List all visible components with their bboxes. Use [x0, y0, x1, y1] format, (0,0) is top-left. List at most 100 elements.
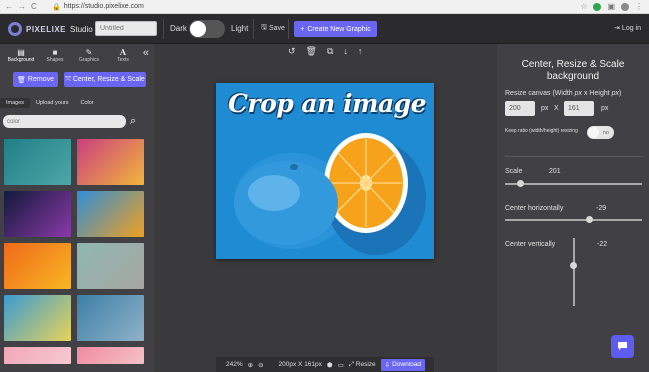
duplicate-icon[interactable]: ⧉ — [327, 46, 333, 57]
url-text[interactable]: https://studio.pixelixe.com — [64, 3, 144, 10]
lock-icon: 🔒 — [52, 3, 61, 11]
slider-knob[interactable] — [570, 262, 577, 269]
resize-canvas-label: Resize canvas (Width px x Height px) — [505, 90, 622, 97]
light-mode-label: Light — [231, 24, 249, 33]
center-horizontally-value: -29 — [596, 205, 607, 212]
canvas-toolbar: ↺ 🗑 ⧉ ↓ ↑ — [288, 46, 362, 57]
dark-mode-label: Dark — [170, 24, 187, 33]
background-thumbnail[interactable] — [4, 139, 71, 185]
background-thumbnail[interactable] — [4, 295, 71, 341]
background-thumbnail[interactable] — [77, 295, 144, 341]
tab-images[interactable]: Images — [0, 98, 31, 108]
resize-button[interactable]: ⤢ Resize — [349, 361, 376, 369]
logo[interactable]: PIXELIXE Studio — [8, 22, 93, 36]
slider-knob[interactable] — [517, 180, 524, 187]
remove-label: Remove — [27, 76, 54, 83]
keep-ratio-label: Keep ratio (width/height) resizing — [505, 128, 578, 134]
download-icon: ⇩ — [384, 361, 391, 369]
plus-icon: + — [300, 25, 305, 33]
address-bar[interactable]: 🔒 https://studio.pixelixe.com — [52, 3, 144, 11]
profile-icon[interactable] — [621, 2, 629, 11]
zoom-out-icon[interactable]: ⊖ — [258, 361, 263, 369]
right-panel: Center, Resize & Scale background Resize… — [497, 44, 649, 372]
background-thumbnail[interactable] — [4, 243, 71, 289]
center-label: Center, Resize & Scale — [72, 76, 145, 83]
save-label: Save — [268, 25, 285, 32]
logo-studio: Studio — [70, 24, 93, 34]
monitor-icon[interactable]: ▭ — [338, 361, 344, 369]
logo-ring-icon — [8, 22, 22, 36]
save-icon: 🖫 — [261, 24, 267, 31]
background-thumbnail[interactable] — [4, 347, 71, 364]
zoom-in-icon[interactable]: ⊕ — [248, 361, 253, 369]
left-sidebar: ▤ Background ■ Shapes ✎ Graphics A Texts… — [0, 44, 154, 372]
image-icon: ▤ — [17, 47, 25, 57]
background-thumbnail[interactable] — [77, 191, 144, 237]
login-button[interactable]: ⇥ Log in — [614, 24, 641, 33]
divider — [163, 19, 164, 39]
undo-icon[interactable]: ↺ — [288, 46, 296, 57]
image-thumbnails — [4, 139, 146, 364]
login-label: Log in — [621, 24, 641, 32]
save-button[interactable]: 🖫 Save — [261, 23, 285, 34]
toggle-knob — [190, 21, 206, 37]
tab-label: Graphics — [78, 56, 99, 63]
scale-label: Scale — [505, 168, 523, 175]
canvas-title-text[interactable]: Crop an image — [228, 89, 427, 118]
search-icon[interactable]: ⌕ — [130, 115, 136, 128]
background-sub-tabs: Images Upload yours Color — [0, 97, 154, 109]
tab-graphics[interactable]: ✎ Graphics — [72, 48, 106, 63]
collapse-sidebar-icon[interactable]: « — [143, 47, 149, 59]
canvas-workspace: ↺ 🗑 ⧉ ↓ ↑ Crop an image 242% ⊕ ⊖ 200px X… — [154, 44, 497, 372]
width-unit: px — [541, 105, 549, 112]
cube-icon[interactable]: ⬢ — [327, 361, 333, 369]
trash-icon: 🗑 — [17, 76, 26, 84]
width-input[interactable]: 200 — [505, 101, 535, 116]
keep-ratio-toggle[interactable]: no — [587, 126, 614, 139]
center-resize-scale-button[interactable]: ⤧ Center, Resize & Scale — [64, 72, 146, 87]
back-arrow-icon[interactable]: ← — [5, 2, 13, 11]
search-input[interactable]: color — [3, 115, 126, 128]
background-thumbnail[interactable] — [4, 191, 71, 237]
theme-toggle[interactable] — [189, 20, 225, 38]
height-input[interactable]: 161 — [564, 101, 594, 116]
scale-slider[interactable] — [505, 180, 642, 187]
menu-dots-icon[interactable]: ⋮ — [635, 2, 643, 11]
graphic-title-input[interactable] — [95, 21, 157, 36]
star-icon[interactable]: ☆ — [580, 2, 587, 11]
background-thumbnail[interactable] — [77, 347, 144, 364]
create-new-graphic-button[interactable]: + Create New Graphic — [294, 21, 377, 37]
center-vertically-label: Center vertically — [505, 241, 556, 248]
divider — [288, 19, 289, 39]
move-up-icon[interactable]: ↑ — [358, 46, 363, 57]
tab-color[interactable]: Color — [74, 98, 99, 108]
move-down-icon[interactable]: ↓ — [343, 46, 348, 57]
center-vertically-slider[interactable] — [570, 238, 577, 306]
forward-arrow-icon[interactable]: → — [18, 2, 26, 11]
remove-button[interactable]: 🗑 Remove — [13, 72, 58, 87]
center-horizontally-slider[interactable] — [505, 216, 642, 223]
reload-icon[interactable]: C — [31, 2, 37, 11]
tab-upload-yours[interactable]: Upload yours — [30, 98, 74, 108]
background-thumbnail[interactable] — [77, 139, 144, 185]
tab-background[interactable]: ▤ Background — [4, 48, 38, 63]
tab-label: Shapes — [46, 56, 64, 63]
chat-button[interactable] — [611, 335, 634, 358]
app-header: PIXELIXE Studio Dark Light 🖫 Save + Crea… — [0, 14, 649, 44]
browser-nav: ← → C — [0, 2, 37, 11]
login-icon: ⇥ — [614, 25, 620, 32]
extension-icon[interactable] — [593, 2, 602, 11]
trash-icon[interactable]: 🗑 — [306, 46, 317, 57]
browser-actions: ☆ ▣ ⋮ — [580, 2, 643, 11]
scale-value: 201 — [549, 168, 561, 175]
slider-knob[interactable] — [586, 216, 593, 223]
tab-texts[interactable]: A Texts — [106, 46, 140, 63]
design-canvas[interactable]: Crop an image — [216, 83, 434, 259]
background-thumbnail[interactable] — [77, 243, 144, 289]
center-horizontally-label: Center horizontally — [505, 205, 564, 212]
keep-ratio-value: no — [602, 129, 609, 136]
puzzle-icon[interactable]: ▣ — [607, 2, 615, 11]
tab-shapes[interactable]: ■ Shapes — [38, 48, 72, 63]
download-button[interactable]: ⇩ Download — [380, 358, 426, 371]
text-icon: A — [119, 46, 127, 57]
